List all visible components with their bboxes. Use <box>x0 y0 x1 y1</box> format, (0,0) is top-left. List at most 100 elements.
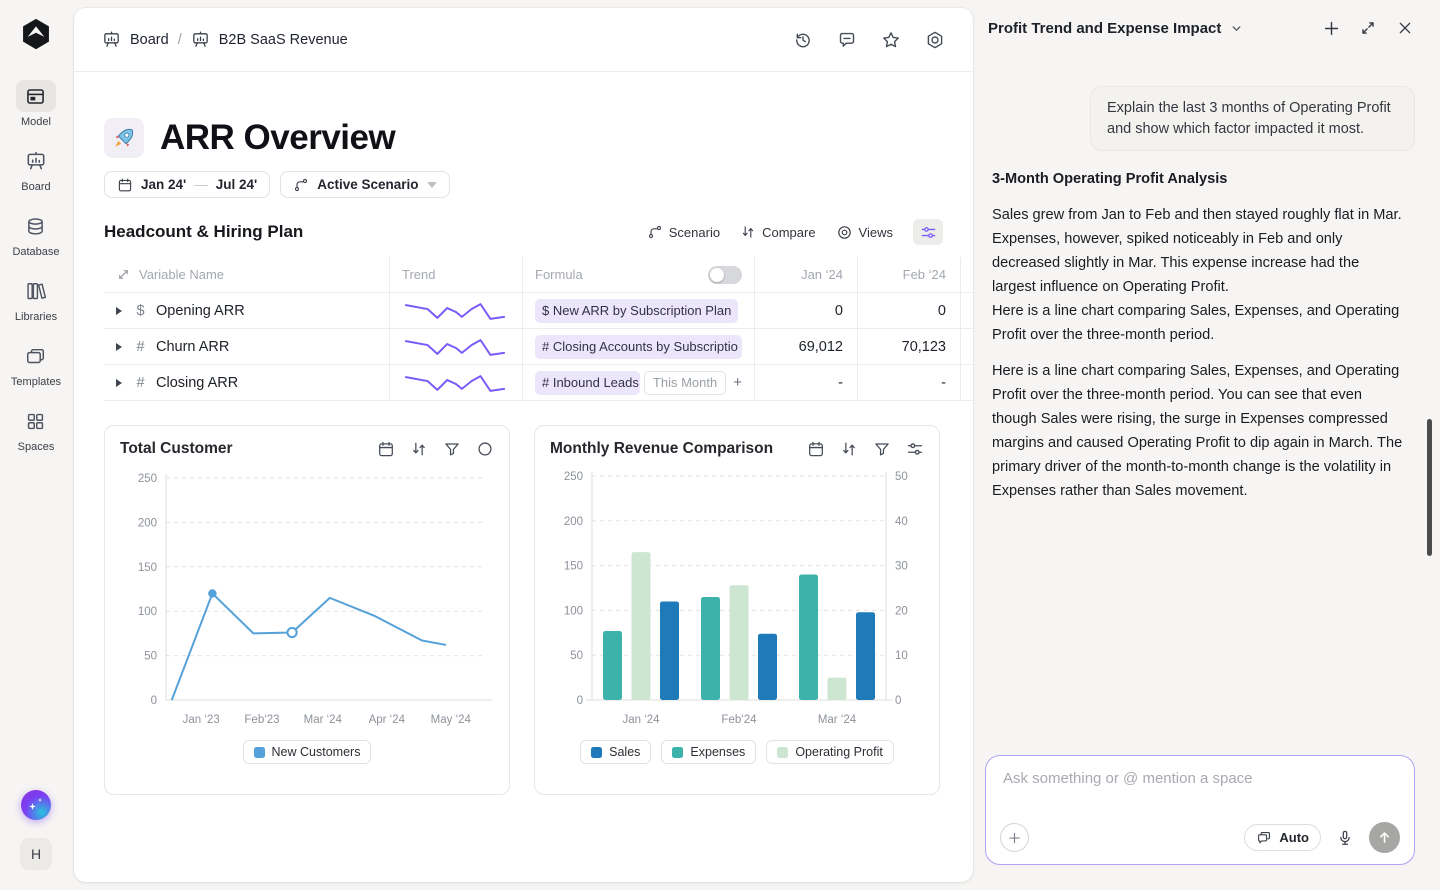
avatar[interactable]: H <box>20 838 52 870</box>
expand-caret-icon[interactable] <box>116 306 122 315</box>
table-row-variable-name[interactable]: $ Opening ARR <box>104 293 390 329</box>
add-formula-term-button[interactable]: + <box>733 374 742 391</box>
chart-options-button[interactable] <box>476 440 494 458</box>
breadcrumb-board[interactable]: Board <box>130 32 169 48</box>
table-row-trend[interactable] <box>390 293 523 329</box>
sidebar-item-model[interactable]: Model <box>15 80 56 128</box>
formula-pill[interactable]: # Closing Accounts by Subscriptio <box>535 334 742 359</box>
favorite-button[interactable] <box>881 30 901 50</box>
section-title: Headcount & Hiring Plan <box>104 222 304 241</box>
table-row-formula[interactable]: # Closing Accounts by Subscriptio <box>523 329 755 365</box>
resize-icon[interactable] <box>116 267 131 282</box>
monthly-revenue-bar-chart[interactable]: 0 0 50 10 100 20 150 30 200 40 250 50 Jan ‘24 Feb‘24 M… <box>550 464 924 732</box>
table-cell-jan[interactable]: 69,012 <box>755 329 858 365</box>
library-icon <box>25 280 47 302</box>
arrow-up-icon <box>1376 829 1393 846</box>
legend-item[interactable]: Operating Profit <box>766 740 894 764</box>
app-logo-icon[interactable] <box>18 16 54 52</box>
sidebar-item-database[interactable]: Database <box>12 210 60 258</box>
calendar-icon <box>117 177 133 193</box>
header-actions <box>793 30 945 50</box>
date-range-picker[interactable]: Jan 24' — Jul 24' <box>104 171 271 198</box>
expand-caret-icon[interactable] <box>116 342 122 351</box>
settings-icon <box>925 30 945 50</box>
table-cell-jan[interactable]: 0 <box>755 293 858 329</box>
chat-scrollbar[interactable] <box>1427 419 1432 556</box>
expand-caret-icon[interactable] <box>116 378 122 387</box>
mode-label: Auto <box>1279 830 1309 845</box>
assistant-message-paragraph: Sales grew from Jan to Feb and then stay… <box>992 207 1402 343</box>
settings-button[interactable] <box>925 30 945 50</box>
chat-title-selector[interactable]: Profit Trend and Expense Impact <box>988 20 1244 37</box>
scenario-button[interactable]: Scenario <box>647 224 720 240</box>
table-cell-jan[interactable]: - <box>755 365 858 401</box>
title-row: ARR Overview <box>104 118 943 158</box>
column-header-feb24[interactable]: Feb ‘24 <box>858 257 961 293</box>
funnel-icon <box>443 440 461 458</box>
y-axis-tick: 150 <box>138 562 157 574</box>
views-button[interactable]: Views <box>836 224 893 241</box>
table-cell-feb[interactable]: 70,123 <box>858 329 961 365</box>
chat-input[interactable] <box>1001 769 1399 788</box>
sidebar-item-libraries[interactable]: Libraries <box>15 275 57 323</box>
chart-compare-button[interactable] <box>410 440 428 458</box>
legend-label: New Customers <box>271 745 361 759</box>
formula-pill[interactable]: $ New ARR by Subscription Plan <box>535 298 739 323</box>
table-row-trend[interactable] <box>390 329 523 365</box>
voice-input-button[interactable] <box>1336 829 1354 847</box>
chart-card-total-customer: Total Customer 0 50 100 150 200 250 Jan ‘23 Feb… <box>104 425 510 795</box>
ai-assistant-button[interactable] <box>21 790 51 820</box>
expand-panel-button[interactable] <box>1359 19 1377 37</box>
formula-modifier-pill[interactable]: This Month <box>643 370 727 395</box>
column-header-formula[interactable]: Formula <box>523 257 755 293</box>
chart-filter-button[interactable] <box>873 440 891 458</box>
chat-panel: Profit Trend and Expense Impact Explain … <box>973 0 1440 890</box>
y-axis-left-tick: 100 <box>564 605 583 617</box>
chart-calendar-button[interactable] <box>377 440 395 458</box>
column-header-trend[interactable]: Trend <box>390 257 523 293</box>
mode-selector[interactable]: Auto <box>1244 824 1321 851</box>
bar <box>758 633 777 700</box>
legend-item[interactable]: Sales <box>580 740 652 764</box>
table-cell-feb[interactable]: - <box>858 365 961 401</box>
column-header-overflow <box>961 257 973 293</box>
history-button[interactable] <box>793 30 813 50</box>
table-row-variable-name[interactable]: # Churn ARR <box>104 329 390 365</box>
attach-button[interactable] <box>1000 823 1029 852</box>
close-panel-button[interactable] <box>1396 19 1414 37</box>
legend-item[interactable]: New Customers <box>242 740 372 764</box>
sidebar-item-spaces[interactable]: Spaces <box>16 405 56 453</box>
column-header-variable-name[interactable]: Variable Name <box>104 257 390 293</box>
chart-calendar-button[interactable] <box>807 440 825 458</box>
column-header-jan24[interactable]: Jan ‘24 <box>755 257 858 293</box>
formula-pill[interactable]: # Inbound Leads <box>535 370 640 395</box>
scenario-selector[interactable]: Active Scenario <box>280 171 450 198</box>
new-chat-button[interactable] <box>1322 19 1340 37</box>
y-axis-tick: 0 <box>151 695 157 707</box>
send-button[interactable] <box>1369 822 1400 853</box>
chart-card-monthly-revenue: Monthly Revenue Comparison 0 0 50 10 100 20 15… <box>534 425 940 795</box>
chat-icon <box>1256 830 1272 846</box>
compare-button[interactable]: Compare <box>740 224 816 240</box>
breadcrumb-current[interactable]: B2B SaaS Revenue <box>219 32 348 48</box>
chart-compare-button[interactable] <box>840 440 858 458</box>
chart-title: Total Customer <box>120 440 233 457</box>
table-row-formula[interactable]: $ New ARR by Subscription Plan <box>523 293 755 329</box>
table-row-trend[interactable] <box>390 365 523 401</box>
page-emoji[interactable] <box>104 118 144 158</box>
table-filter-button[interactable] <box>913 219 943 245</box>
branch-icon <box>647 224 663 240</box>
legend-item[interactable]: Expenses <box>661 740 757 764</box>
table-row-formula[interactable]: # Inbound Leads This Month + <box>523 365 755 401</box>
sidebar-item-board[interactable]: Board <box>16 145 56 193</box>
formula-toggle[interactable] <box>708 265 742 284</box>
sliders-icon <box>920 224 937 241</box>
calendar-icon <box>377 440 395 458</box>
comments-button[interactable] <box>837 30 857 50</box>
table-row-variable-name[interactable]: # Closing ARR <box>104 365 390 401</box>
sidebar-item-templates[interactable]: Templates <box>11 340 61 388</box>
chart-settings-button[interactable] <box>906 440 924 458</box>
total-customer-line-chart[interactable]: 0 50 100 150 200 250 Jan ‘23 Feb‘23 Mar ‘24 Apr ‘… <box>120 464 494 732</box>
table-cell-feb[interactable]: 0 <box>858 293 961 329</box>
chart-filter-button[interactable] <box>443 440 461 458</box>
